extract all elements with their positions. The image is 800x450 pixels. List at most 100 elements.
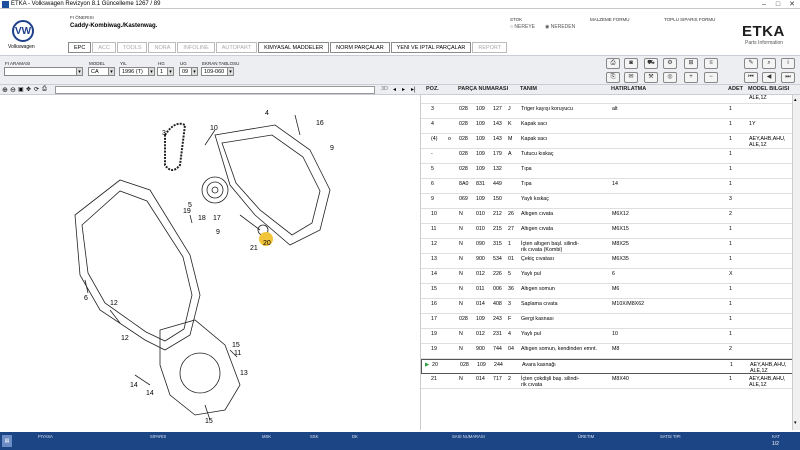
tab-kimyasal-maddeler[interactable]: KIMYASAL MADDELER <box>258 42 330 53</box>
yil-dropdown[interactable]: ▾ <box>148 67 155 76</box>
parts-diagram[interactable]: 4 10 16 3 9 17 18 19 5 21 20 6 12 14 15 11 13 15 12 14 9 <box>0 95 420 430</box>
diagram-callout[interactable]: 6 <box>84 295 88 302</box>
zoom-out-icon[interactable]: ⊖ <box>10 86 16 94</box>
table-row[interactable]: 19 N 012 231 4 Yaylı pul 10 1 <box>421 329 792 344</box>
car-icon[interactable]: ⛟ <box>644 58 658 69</box>
camera-icon[interactable]: ◙ <box>624 58 638 69</box>
scroll-up-icon[interactable]: ▴ <box>794 97 799 103</box>
stok-option-nereye[interactable]: ○ NEREYE <box>510 24 535 30</box>
table-row[interactable]: 5 028 109 132 Tıpa 1 <box>421 164 792 179</box>
table-row[interactable]: 21 N 014 717 2 İçten çokdişli baş. silindi- M8… <box>421 374 792 389</box>
table-row[interactable]: 15 N 011 006 36 Altıgen somun M6 1 <box>421 284 792 299</box>
print-image-icon[interactable]: ⎙ <box>42 86 47 93</box>
model-select[interactable]: CA <box>88 67 110 76</box>
table-row[interactable]: 13 N 900 534 01 Çekiç cıvatası M6X35 1 <box>421 254 792 269</box>
last-page-icon[interactable]: ⏭ <box>781 72 795 83</box>
diagram-callout[interactable]: 19 <box>183 208 191 215</box>
model-dropdown[interactable]: ▾ <box>108 67 115 76</box>
wheel-icon[interactable]: ◎ <box>663 72 677 83</box>
ekran-dropdown[interactable]: ▾ <box>227 67 234 76</box>
table-scrollbar[interactable]: ▴ ▾ <box>792 95 800 430</box>
stok-option-nereden[interactable]: ◉ NEREDEN <box>545 24 575 30</box>
table-row[interactable]: 20 028 109 244 Avara kasnağı 1 AEY,AHB,AHU, ALE… <box>421 359 792 374</box>
info-icon[interactable]: i <box>781 58 795 69</box>
first-page-icon[interactable]: ⏮ <box>744 72 758 83</box>
rotate-icon[interactable]: ⟳ <box>34 86 39 93</box>
3d-toggle[interactable]: 3D <box>381 86 388 92</box>
table-row[interactable]: 4 028 109 143 K Kapak sacı 1 1Y <box>421 119 792 134</box>
note-icon[interactable]: ✉ <box>624 72 638 83</box>
cart-icon[interactable]: ⊞ <box>684 58 698 69</box>
fit-icon[interactable]: ▣ <box>18 86 24 93</box>
hg-dropdown[interactable]: ▾ <box>167 67 174 76</box>
table-row[interactable]: 9 069 109 150 Yaylı kıskaç 3 <box>421 194 792 209</box>
table-row[interactable]: (4) o 028 109 143 M Kapak sacı 1 AEY,AHB,AHU, ALE… <box>421 134 792 149</box>
col-poz[interactable]: POZ. <box>426 86 439 92</box>
col-parca[interactable]: PARÇA NUMARASI <box>458 86 508 92</box>
image-slider[interactable] <box>55 86 375 94</box>
malzeme-form-link[interactable]: MALZEME FORMU <box>590 17 630 22</box>
table-row[interactable]: 11 N 010 215 27 Altıgen cıvata M6X15 1 <box>421 224 792 239</box>
pan-icon[interactable]: ✥ <box>26 86 31 93</box>
print-page-icon[interactable]: ⎘ <box>606 72 620 83</box>
diagram-callout[interactable]: 20 <box>263 240 271 247</box>
col-hatirlatma[interactable]: HATIRLATMA <box>611 86 646 92</box>
diagram-callout[interactable]: 12 <box>121 335 129 342</box>
ekran-select[interactable]: 109-060 <box>201 67 229 76</box>
table-row[interactable]: 3 028 109 127 J Triger kayışı koruyucu alt 1 <box>421 104 792 119</box>
tab-norm-par-alar[interactable]: NORM PARÇALAR <box>330 42 390 53</box>
tab-epc[interactable]: EPC <box>68 42 92 53</box>
scroll-end-icon[interactable]: ▸| <box>411 86 416 93</box>
add-icon[interactable]: + <box>684 72 698 83</box>
table-row[interactable]: - 028 109 179 A Tutucu kıskaç 1 <box>421 149 792 164</box>
tab-yeni-ve-iptal-par-alar[interactable]: YENI VE IPTAL PARÇALAR <box>390 42 472 53</box>
diagram-callout[interactable]: 15 <box>232 342 240 349</box>
maximize-button[interactable]: □ <box>772 0 784 9</box>
zoom-in-icon[interactable]: ⊕ <box>2 86 8 94</box>
col-adet[interactable]: ADET <box>728 86 743 92</box>
fi-search-input[interactable] <box>4 67 80 76</box>
tools-icon[interactable]: ⚒ <box>644 72 658 83</box>
fi-search-dropdown[interactable]: ▾ <box>76 67 83 76</box>
diagram-callout[interactable]: 13 <box>240 370 248 377</box>
toplu-siparis-link[interactable]: TOPLU SIPARIS FORMU <box>664 17 715 22</box>
table-row[interactable]: 14 N 012 226 5 Yaylı pul 6 X <box>421 269 792 284</box>
table-row[interactable]: 10 N 010 212 26 Altıgen cıvata M6X12 2 <box>421 209 792 224</box>
diagram-callout[interactable]: 17 <box>213 215 221 222</box>
col-model[interactable]: MODEL BILGISI <box>748 86 789 92</box>
table-row[interactable]: 16 N 014 408 3 Saplama cıvata M10X/M8X62 1 <box>421 299 792 314</box>
diagram-callout[interactable]: 4 <box>265 110 269 117</box>
scroll-down-icon[interactable]: ▾ <box>794 420 799 426</box>
pin-icon[interactable]: ✎ <box>744 58 758 69</box>
diagram-callout[interactable]: 21 <box>250 245 258 252</box>
diagram-callout[interactable]: 3 <box>162 130 166 137</box>
close-button[interactable]: ✕ <box>786 0 798 9</box>
diagram-callout[interactable]: 9 <box>216 229 220 236</box>
diagram-callout[interactable]: 5 <box>188 202 192 209</box>
list-icon[interactable]: ≡ <box>704 58 718 69</box>
diagram-callout[interactable]: 12 <box>110 300 118 307</box>
print-icon[interactable]: ⎙ <box>606 58 620 69</box>
engine-icon[interactable]: ⚙ <box>663 58 677 69</box>
scroll-right-icon[interactable]: ▸ <box>402 86 405 93</box>
col-tanim[interactable]: TANIM <box>520 86 537 92</box>
diagram-callout[interactable]: 9 <box>330 145 334 152</box>
yil-select[interactable]: 1996 (T) <box>119 67 150 76</box>
diagram-callout[interactable]: 14 <box>130 382 138 389</box>
diagram-callout[interactable]: 11 <box>234 350 241 357</box>
diagram-callout[interactable]: 16 <box>316 120 324 127</box>
diagram-callout[interactable]: 18 <box>198 215 206 222</box>
table-row[interactable]: 17 028 109 243 F Gergi kasnası 1 <box>421 314 792 329</box>
table-row[interactable]: 12 N 090 315 1 İçten altıgen başl. silindi- M8… <box>421 239 792 254</box>
table-row[interactable]: 6 8A0 831 449 Tıpa 14 1 <box>421 179 792 194</box>
diagram-callout[interactable]: 15 <box>205 418 213 425</box>
diagram-callout[interactable]: 14 <box>146 390 154 397</box>
scroll-left-icon[interactable]: ◂ <box>393 86 396 93</box>
minimize-button[interactable]: – <box>758 0 770 9</box>
prev-page-icon[interactable]: ◀ <box>762 72 776 83</box>
remove-icon[interactable]: − <box>704 72 718 83</box>
table-row[interactable]: 19 N 900 744 04 Altıgen somun, kendinden emnt… <box>421 344 792 359</box>
search-icon[interactable]: ⌕ <box>762 58 776 69</box>
table-row-partial[interactable]: ALE,1Z <box>421 95 792 104</box>
diagram-callout[interactable]: 10 <box>210 125 218 132</box>
